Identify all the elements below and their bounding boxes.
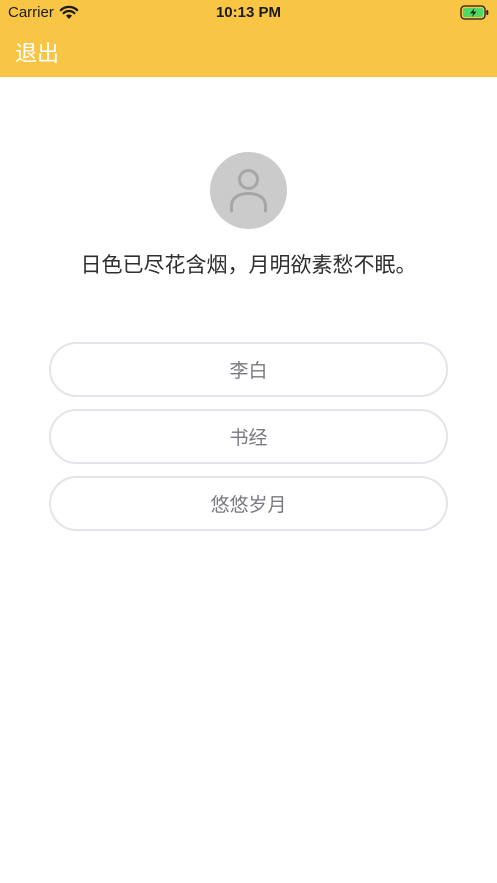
exit-button[interactable]: 退出	[15, 41, 59, 69]
battery-charging-icon	[460, 5, 489, 20]
status-bar: Carrier 10:13 PM	[0, 0, 497, 26]
screen: Carrier 10:13 PM 退出 日色已尽花含烟，月明欲素愁不眠。 李白	[0, 0, 497, 883]
option-button-2[interactable]: 书经	[49, 409, 448, 464]
header: Carrier 10:13 PM 退出	[0, 0, 497, 77]
person-icon	[230, 169, 267, 213]
option-button-3[interactable]: 悠悠岁月	[49, 476, 448, 531]
status-time: 10:13 PM	[215, 4, 282, 21]
option-button-1[interactable]: 李白	[49, 342, 448, 397]
nav-bar: 退出	[0, 26, 497, 77]
question-text: 日色已尽花含烟，月明欲素愁不眠。	[80, 253, 417, 277]
avatar	[210, 152, 287, 229]
